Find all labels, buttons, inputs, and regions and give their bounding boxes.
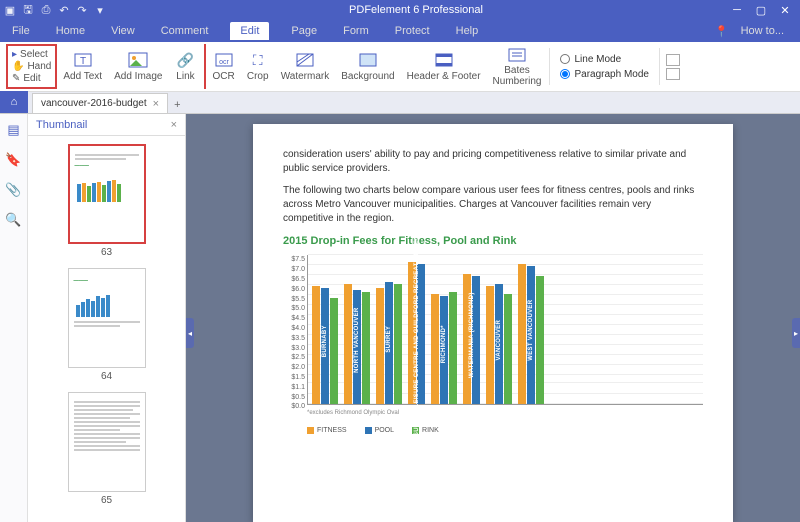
close-tab-icon[interactable]: × — [153, 98, 159, 110]
align-option-1[interactable] — [666, 54, 680, 66]
thumbnail-page[interactable]: ━━━━━━ 63 — [68, 144, 146, 258]
background-button[interactable]: Background — [335, 44, 400, 89]
image-icon — [127, 51, 149, 69]
menu-comment[interactable]: Comment — [157, 23, 213, 39]
left-sidebar: ▤ 🔖 📎 🔍 — [0, 114, 28, 522]
maximize-button[interactable]: ▢ — [750, 2, 772, 18]
attachment-tab-icon[interactable]: 📎 — [5, 182, 21, 198]
svg-text:T: T — [80, 56, 86, 67]
ribbon: ▸Select ✋Hand ✎Edit TAdd Text Add Image … — [0, 42, 800, 92]
bar-group: SURREY LEISURE CENTRE AND GUILDFORD RECR… — [408, 262, 425, 404]
search-tab-icon[interactable]: 🔍 — [5, 212, 21, 228]
menu-edit[interactable]: Edit — [230, 22, 269, 40]
link-icon: 🔗 — [174, 51, 196, 69]
redo-icon[interactable]: ↷ — [76, 4, 88, 16]
new-tab-button[interactable]: + — [168, 97, 186, 113]
collapse-left-handle[interactable]: ◂ — [186, 318, 194, 348]
line-mode-radio[interactable]: Line Mode — [560, 54, 649, 65]
menu-bar: File Home View Comment Edit Page Form Pr… — [0, 20, 800, 42]
bar-group: BURNABY — [312, 286, 338, 404]
title-bar: ▣ 🖫 ⎙ ↶ ↷ ▾ PDFelement 6 Professional ─ … — [0, 0, 800, 20]
bar-group: VANCOUVER — [486, 284, 512, 404]
bookmark-tab-icon[interactable]: 🔖 — [5, 152, 21, 168]
hand-icon: ✋ — [12, 61, 24, 72]
pdf-page: consideration users' ability to pay and … — [253, 124, 733, 522]
qat-dropdown-icon[interactable]: ▾ — [94, 4, 106, 16]
chart-plot-area: BURNABYNORTH VANCOUVERSURREY SURREY LEISU… — [307, 255, 703, 405]
align-option-2[interactable] — [666, 68, 680, 80]
chart-title: 2015 Drop-in Fees for Fitness, Pool and … — [283, 234, 703, 249]
document-tab-bar: ⌂ vancouver-2016-budget × + — [0, 92, 800, 114]
menu-protect[interactable]: Protect — [391, 23, 434, 39]
y-axis: $7.5$7.0$6.5$6.0$5.5$5.0$4.5$4.0$3.5$3.0… — [285, 255, 305, 405]
header-footer-button[interactable]: Header & Footer — [401, 44, 487, 89]
document-canvas[interactable]: ◂ ▸ consideration users' ability to pay … — [186, 114, 800, 522]
location-icon: 📍 — [711, 23, 733, 40]
chart-footnote: *excludes Richmond Olympic Oval — [307, 409, 703, 417]
menu-home[interactable]: Home — [52, 23, 89, 39]
crop-button[interactable]: ⛶Crop — [241, 44, 275, 89]
home-tab[interactable]: ⌂ — [0, 91, 28, 113]
menu-form[interactable]: Form — [339, 23, 373, 39]
thumbnail-page[interactable]: 65 — [68, 392, 146, 506]
edit-icon: ✎ — [12, 73, 20, 84]
watermark-button[interactable]: Watermark — [275, 44, 336, 89]
thumbnail-tab-icon[interactable]: ▤ — [7, 122, 19, 138]
save-icon[interactable]: 🖫 — [22, 4, 34, 16]
menu-view[interactable]: View — [107, 23, 139, 39]
minimize-button[interactable]: ─ — [726, 2, 748, 18]
thumbnail-panel: Thumbnail × ━━━━━━ 63 ━━━━━━ 64 — [28, 114, 186, 522]
crop-icon: ⛶ — [247, 51, 269, 69]
tab-label: vancouver-2016-budget — [41, 98, 147, 109]
home-icon: ⌂ — [11, 96, 18, 108]
menu-file[interactable]: File — [8, 23, 34, 39]
header-footer-icon — [433, 51, 455, 69]
how-to-link[interactable]: 📍How to... — [707, 21, 792, 42]
window-title: PDFelement 6 Professional — [106, 4, 726, 16]
cursor-icon: ▸ — [12, 49, 17, 60]
bar-group: WEST VANCOUVER — [518, 264, 544, 404]
text-icon: T — [72, 51, 94, 69]
link-button[interactable]: 🔗Link — [168, 44, 206, 89]
body-text: The following two charts below compare v… — [283, 184, 703, 226]
bar-chart: $7.5$7.0$6.5$6.0$5.5$5.0$4.5$4.0$3.5$3.0… — [307, 255, 703, 405]
edit-mode-group: Line Mode Paragraph Mode — [552, 44, 657, 89]
ocr-icon: ocr — [213, 51, 235, 69]
app-icon: ▣ — [4, 4, 16, 16]
selection-tools-group: ▸Select ✋Hand ✎Edit — [6, 44, 57, 89]
watermark-icon — [294, 51, 316, 69]
bates-numbering-button[interactable]: Bates Numbering — [487, 44, 548, 89]
print-icon[interactable]: ⎙ — [40, 4, 52, 16]
thumbnail-page[interactable]: ━━━━━━ 64 — [68, 268, 146, 382]
hand-tool[interactable]: ✋Hand — [12, 61, 51, 72]
background-icon — [357, 51, 379, 69]
menu-help[interactable]: Help — [452, 23, 483, 39]
thumbnail-header: Thumbnail × — [28, 114, 185, 136]
menu-page[interactable]: Page — [287, 23, 321, 39]
add-text-button[interactable]: TAdd Text — [57, 44, 108, 89]
edit-tool[interactable]: ✎Edit — [12, 73, 51, 84]
close-button[interactable]: ✕ — [774, 2, 796, 18]
bar-group: SURREY — [376, 282, 402, 404]
bar-group: RICHMOND* — [431, 292, 457, 404]
svg-text:ocr: ocr — [219, 59, 229, 66]
body-text: consideration users' ability to pay and … — [283, 148, 703, 176]
bar-group: WATERMANIA (RICHMOND) — [463, 274, 480, 404]
chart-legend: FITNESS POOL RINK — [307, 426, 703, 436]
select-tool[interactable]: ▸Select — [12, 49, 51, 60]
bates-icon — [506, 46, 528, 63]
collapse-right-handle[interactable]: ▸ — [792, 318, 800, 348]
paragraph-mode-radio[interactable]: Paragraph Mode — [560, 69, 649, 80]
ocr-button[interactable]: ocrOCR — [206, 44, 240, 89]
bar-group: NORTH VANCOUVER — [344, 284, 370, 404]
add-image-button[interactable]: Add Image — [108, 44, 168, 89]
align-group — [662, 44, 684, 89]
document-tab[interactable]: vancouver-2016-budget × — [32, 93, 168, 113]
close-panel-icon[interactable]: × — [171, 119, 177, 131]
undo-icon[interactable]: ↶ — [58, 4, 70, 16]
quick-access-toolbar: ▣ 🖫 ⎙ ↶ ↷ ▾ — [4, 4, 106, 16]
